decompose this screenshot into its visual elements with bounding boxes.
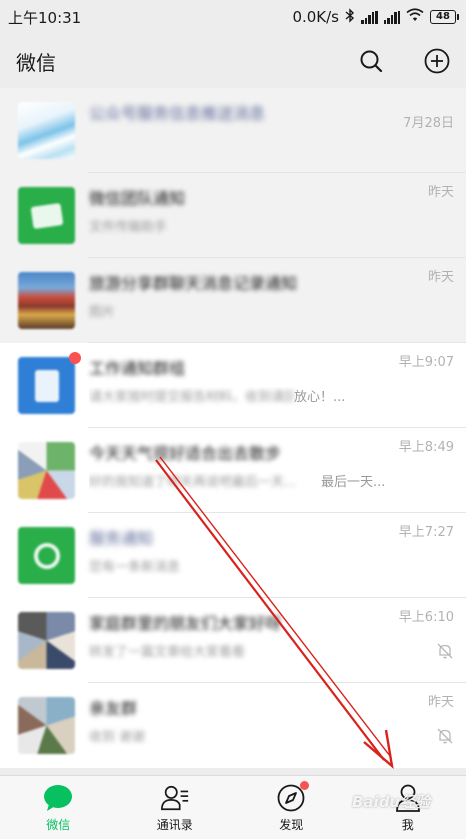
chat-message: 您有一条新消息 bbox=[89, 560, 181, 575]
tab-discover[interactable]: 发现 bbox=[233, 780, 349, 833]
chat-item[interactable]: 微信团队通知 文件传输助手 昨天 bbox=[0, 173, 466, 258]
chat-message: 文件传输助手 bbox=[89, 220, 168, 235]
tab-label: 发现 bbox=[279, 817, 304, 832]
chat-message: 好的我知道了明天再说吧最后一天... 最后一天... bbox=[89, 472, 389, 494]
avatar bbox=[18, 527, 75, 584]
chat-name: 今天天气很好适合出去散步 bbox=[89, 444, 282, 463]
avatar bbox=[18, 612, 75, 669]
watermark: Baidu经验 bbox=[352, 793, 431, 811]
plus-circle-icon[interactable] bbox=[424, 48, 450, 74]
chat-time: 早上8:49 bbox=[398, 440, 454, 455]
wifi-icon bbox=[406, 8, 424, 26]
chat-time: 昨天 bbox=[427, 185, 454, 200]
chat-item[interactable]: 旅游分享群聊天消息记录通知 图片 昨天 bbox=[0, 258, 466, 343]
compass-icon bbox=[276, 780, 310, 813]
chat-message: 请大家按时提交报告材料，收到请回复放心！... 放心！... bbox=[89, 387, 389, 409]
chat-name: 旅游分享群聊天消息记录通知 bbox=[89, 274, 298, 293]
chat-list: 公众号服务信息推送消息 7月28日 微信团队通知 文件传输助手 昨天 旅游分享群… bbox=[0, 88, 466, 768]
chat-time: 早上6:10 bbox=[398, 610, 454, 625]
chat-name: 服务通知 bbox=[89, 529, 154, 548]
chat-name: 微信团队通知 bbox=[89, 189, 186, 208]
chat-item[interactable]: 今天天气很好适合出去散步 好的我知道了明天再说吧最后一天... 最后一天... … bbox=[0, 428, 466, 513]
signal-icon bbox=[361, 10, 378, 24]
chat-message: 图片 bbox=[89, 305, 116, 320]
avatar bbox=[18, 272, 75, 329]
search-icon[interactable] bbox=[358, 48, 384, 74]
chat-time: 昨天 bbox=[427, 695, 454, 710]
chat-item[interactable]: 工作通知群组 请大家按时提交报告材料，收到请回复放心！... 放心！... 早上… bbox=[0, 343, 466, 428]
avatar bbox=[18, 442, 75, 499]
bluetooth-icon bbox=[345, 7, 355, 27]
chat-item[interactable]: 亲友群 收到 谢谢 昨天 bbox=[0, 683, 466, 768]
battery-icon: 48 bbox=[430, 10, 459, 24]
chat-message-visible: 最后一天... bbox=[321, 475, 386, 490]
contacts-icon bbox=[160, 783, 190, 813]
chat-message-visible: 放心！... bbox=[294, 390, 346, 405]
tab-contacts[interactable]: 通讯录 bbox=[117, 783, 233, 833]
chat-item[interactable]: 公众号服务信息推送消息 7月28日 bbox=[0, 88, 466, 173]
status-icons: 0.0K/s 48 bbox=[292, 7, 459, 27]
avatar bbox=[18, 352, 81, 414]
chat-name: 工作通知群组 bbox=[89, 359, 186, 378]
chat-name: 公众号服务信息推送消息 bbox=[89, 104, 266, 123]
tab-chats[interactable]: 微信 bbox=[0, 783, 116, 833]
network-speed: 0.0K/s bbox=[292, 8, 339, 26]
chat-time: 昨天 bbox=[427, 270, 454, 285]
signal-icon-2 bbox=[383, 10, 400, 24]
avatar bbox=[18, 102, 75, 159]
tab-label: 微信 bbox=[46, 817, 71, 832]
avatar bbox=[18, 697, 75, 754]
chat-message: 收到 谢谢 bbox=[89, 730, 146, 745]
status-bar: 上午10:31 0.0K/s 48 bbox=[0, 0, 466, 34]
status-time: 上午10:31 bbox=[8, 8, 82, 27]
tab-label: 通讯录 bbox=[156, 817, 193, 832]
page-title: 微信 bbox=[16, 50, 56, 75]
avatar bbox=[18, 187, 75, 244]
app-header: 微信 bbox=[0, 34, 466, 88]
chat-item[interactable]: 家庭群里的朋友们大家好呀 转发了一篇文章给大家看看 早上6:10 bbox=[0, 598, 466, 683]
mute-bell-icon bbox=[436, 727, 454, 745]
notification-dot bbox=[300, 780, 310, 790]
chat-name: 家庭群里的朋友们大家好呀 bbox=[89, 614, 282, 633]
chat-time: 7月28日 bbox=[403, 116, 454, 131]
mute-bell-icon bbox=[436, 642, 454, 660]
chat-item[interactable]: 服务通知 您有一条新消息 早上7:27 bbox=[0, 513, 466, 598]
chat-time: 早上7:27 bbox=[398, 525, 454, 540]
chat-message: 转发了一篇文章给大家看看 bbox=[89, 645, 246, 660]
chat-name: 亲友群 bbox=[89, 699, 138, 718]
chat-bubble-icon bbox=[43, 783, 73, 813]
tab-label: 我 bbox=[401, 817, 414, 832]
chat-time: 早上9:07 bbox=[398, 355, 454, 370]
